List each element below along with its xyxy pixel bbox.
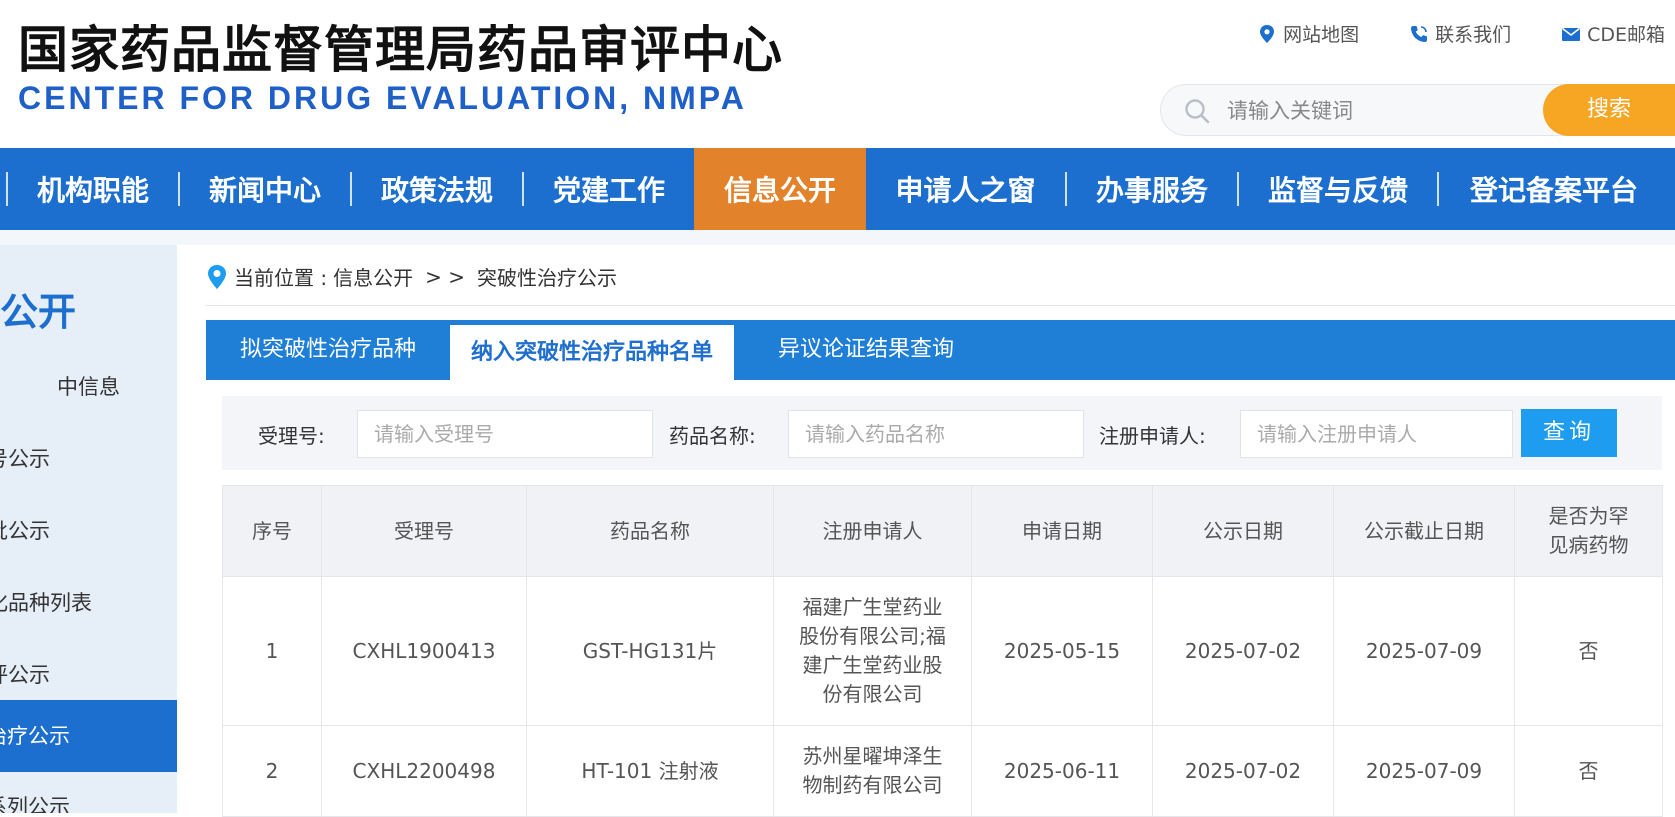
- nav-item-party[interactable]: 党建工作: [524, 148, 694, 230]
- cell-drug-name: GST-HG131片: [526, 576, 774, 726]
- drug-name-label: 药品名称:: [669, 424, 756, 448]
- accept-number-label: 受理号:: [258, 424, 325, 448]
- cell-publish-date: 2025-07-02: [1152, 576, 1334, 726]
- cell-index: 1: [222, 576, 322, 726]
- nav-item-supervision[interactable]: 监督与反馈: [1239, 148, 1437, 230]
- nav-item-info-disclosure[interactable]: 信息公开: [694, 148, 866, 230]
- contact-link[interactable]: 联系我们: [1409, 20, 1511, 47]
- cell-applicant: 苏州星曜坤泽生物制药有限公司: [773, 725, 972, 817]
- sitemap-link[interactable]: 网站地图: [1257, 20, 1359, 47]
- results-table: 序号 受理号 药品名称 注册申请人 申请日期 公示日期 公示截止日期 是否为罕见…: [222, 485, 1663, 817]
- mailbox-link[interactable]: CDE邮箱: [1561, 20, 1665, 47]
- breadcrumb-divider: [206, 305, 1675, 306]
- table-row[interactable]: 1 CXHL1900413 GST-HG131片 福建广生堂药业股份有限公司;福…: [222, 576, 1663, 726]
- breadcrumb-separator: > >: [425, 264, 465, 289]
- search-input[interactable]: [1225, 95, 1529, 127]
- sidebar: 公开 中信息 号公示 批公示 化品种列表 评公示 治疗公示 系列公示: [0, 245, 177, 813]
- nav-item-policy[interactable]: 政策法规: [352, 148, 522, 230]
- cell-accept-number: CXHL1900413: [321, 576, 527, 726]
- site-title-en[interactable]: CENTER FOR DRUG EVALUATION, NMPA: [18, 80, 747, 117]
- breadcrumb-current: 突破性治疗公示: [476, 266, 617, 290]
- query-button[interactable]: 查询: [1521, 409, 1617, 457]
- sidebar-item[interactable]: 号公示: [0, 423, 177, 495]
- breadcrumb: 当前位置 : 信息公开 > > 突破性治疗公示: [206, 262, 617, 291]
- col-header-publish-date: 公示日期: [1152, 485, 1334, 577]
- cell-index: 2: [222, 725, 322, 817]
- cell-rare-disease: 否: [1514, 576, 1663, 726]
- col-header-rare-disease: 是否为罕见病药物: [1514, 485, 1663, 577]
- col-header-accept-number: 受理号: [321, 485, 527, 577]
- applicant-label: 注册申请人:: [1099, 424, 1206, 448]
- tab-proposed-breakthrough[interactable]: 拟突破性治疗品种: [206, 320, 450, 380]
- sidebar-item[interactable]: 系列公示: [0, 771, 177, 813]
- location-pin-icon: [208, 264, 226, 289]
- applicant-input[interactable]: [1240, 410, 1513, 458]
- sidebar-item-active[interactable]: 治疗公示: [0, 700, 177, 772]
- col-header-apply-date: 申请日期: [971, 485, 1153, 577]
- col-header-applicant: 注册申请人: [773, 485, 972, 577]
- mailbox-link-label: CDE邮箱: [1587, 24, 1665, 46]
- sidebar-item-label: 化品种列表: [0, 591, 92, 615]
- nav-item-registration[interactable]: 登记备案平台: [1439, 148, 1669, 230]
- cell-apply-date: 2025-06-11: [971, 725, 1153, 817]
- site-title-cn[interactable]: 国家药品监督管理局药品审评中心: [18, 10, 783, 82]
- contact-link-label: 联系我们: [1435, 24, 1512, 46]
- cell-drug-name: HT-101 注射液: [526, 725, 774, 817]
- sidebar-title: 公开: [0, 290, 77, 334]
- phone-icon: [1411, 25, 1428, 42]
- col-header-index: 序号: [222, 485, 322, 577]
- sidebar-item-label: 系列公示: [0, 795, 70, 813]
- tab-bar: 拟突破性治疗品种 纳入突破性治疗品种名单 异议论证结果查询: [206, 320, 1675, 380]
- map-pin-icon: [1260, 24, 1275, 43]
- accept-number-input[interactable]: [357, 410, 653, 458]
- sitemap-link-label: 网站地图: [1283, 24, 1360, 46]
- cell-rare-disease: 否: [1514, 725, 1663, 817]
- main-nav: 机构职能 新闻中心 政策法规 党建工作 信息公开 申请人之窗 办事服务 监督与反…: [0, 148, 1675, 230]
- table-header-row: 序号 受理号 药品名称 注册申请人 申请日期 公示日期 公示截止日期 是否为罕见…: [222, 485, 1663, 577]
- cell-accept-number: CXHL2200498: [321, 725, 527, 817]
- sidebar-item[interactable]: 中信息: [0, 351, 177, 423]
- col-header-deadline: 公示截止日期: [1333, 485, 1515, 577]
- sidebar-item[interactable]: 化品种列表: [0, 567, 177, 639]
- cell-publish-date: 2025-07-02: [1152, 725, 1334, 817]
- sidebar-item-label: 治疗公示: [0, 724, 70, 748]
- tab-included-breakthrough-list[interactable]: 纳入突破性治疗品种名单: [450, 325, 734, 380]
- sidebar-item-label: 号公示: [0, 447, 50, 471]
- drug-name-input[interactable]: [788, 410, 1084, 458]
- site-header: 国家药品监督管理局药品审评中心 CENTER FOR DRUG EVALUATI…: [0, 0, 1675, 148]
- cell-apply-date: 2025-05-15: [971, 576, 1153, 726]
- breadcrumb-prefix: 当前位置 :: [234, 266, 328, 290]
- table-row[interactable]: 2 CXHL2200498 HT-101 注射液 苏州星曜坤泽生物制药有限公司 …: [222, 725, 1663, 817]
- nav-item-news[interactable]: 新闻中心: [180, 148, 350, 230]
- nav-item-services[interactable]: 办事服务: [1067, 148, 1237, 230]
- sidebar-item-label: 批公示: [0, 519, 50, 543]
- sidebar-item[interactable]: 批公示: [0, 495, 177, 567]
- filter-bar: 受理号: 药品名称: 注册申请人: 查询: [222, 396, 1662, 470]
- tab-objection-results[interactable]: 异议论证结果查询: [734, 320, 998, 380]
- cell-applicant: 福建广生堂药业股份有限公司;福建广生堂药业股份有限公司: [773, 576, 972, 726]
- search-button[interactable]: 搜索: [1543, 84, 1675, 136]
- search-icon: [1185, 99, 1210, 124]
- cell-deadline: 2025-07-09: [1333, 725, 1515, 817]
- breadcrumb-section[interactable]: 信息公开: [333, 262, 413, 291]
- cell-deadline: 2025-07-09: [1333, 576, 1515, 726]
- top-links: 网站地图 联系我们 CDE邮箱: [1257, 20, 1665, 47]
- sidebar-item-label: 中信息: [57, 375, 120, 399]
- col-header-drug-name: 药品名称: [526, 485, 774, 577]
- mail-icon: [1562, 27, 1581, 41]
- nav-item-functions[interactable]: 机构职能: [8, 148, 178, 230]
- nav-item-applicant-window[interactable]: 申请人之窗: [866, 148, 1065, 230]
